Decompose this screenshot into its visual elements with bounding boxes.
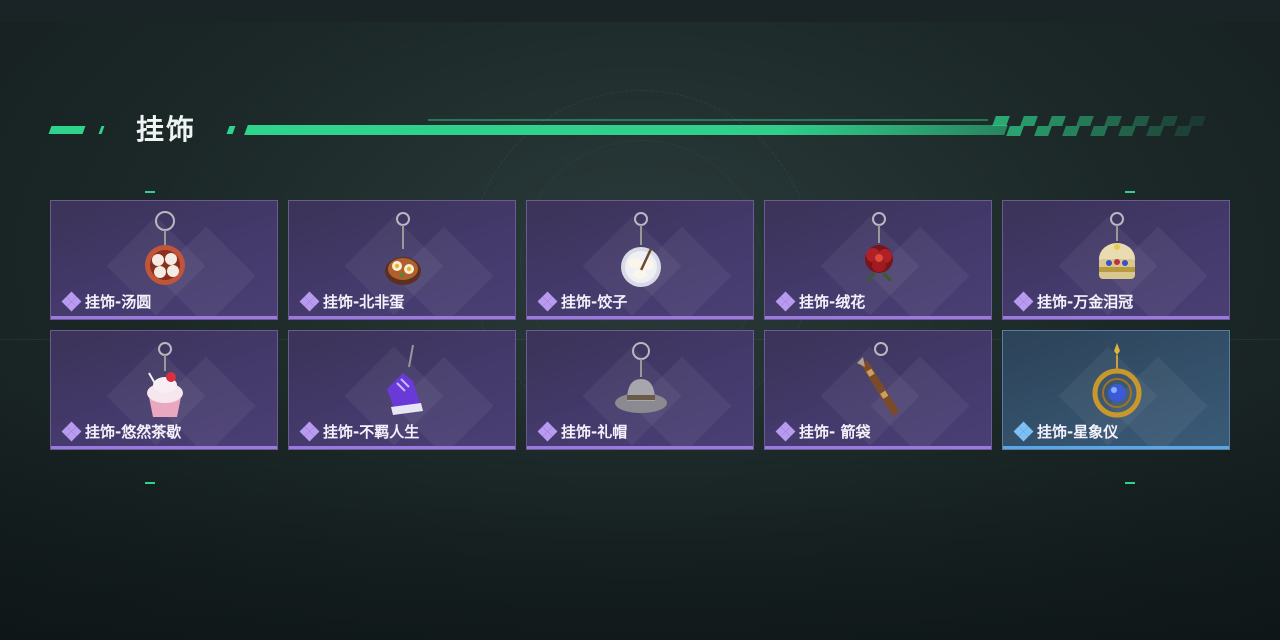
item-card-dumpling[interactable]: 挂饰-饺子 [526,200,754,320]
shakshuka-pan-icon [385,212,421,285]
rarity-diamond-icon [775,291,796,311]
item-card-fedora[interactable]: 挂饰-礼帽 [526,330,754,450]
jeweled-crown-icon [1099,212,1135,279]
item-grid: 挂饰-汤圆 挂饰-北非蛋 挂饰-饺子 挂饰-绒花 挂饰-万金泪冠 挂饰-悠然茶歇… [50,200,1230,450]
item-card-jeweled-crown[interactable]: 挂饰-万金泪冠 [1002,200,1230,320]
item-label: 挂饰-汤圆 [85,293,152,311]
item-card-velvet-flower[interactable]: 挂饰-绒花 [764,200,992,320]
header-checker-pattern [992,116,1206,136]
item-label: 挂饰-悠然茶歇 [85,423,182,441]
item-label: 挂饰-星象仪 [1037,423,1119,441]
rarity-diamond-icon [537,291,558,311]
corner-tick [145,482,155,484]
header-dash [98,126,105,134]
sneaker-icon [387,344,423,415]
rarity-diamond-icon [537,421,558,441]
rarity-diamond-icon [61,291,82,311]
item-card-tangyuan[interactable]: 挂饰-汤圆 [50,200,278,320]
velvet-flower-icon [865,212,893,283]
astrolabe-icon [1092,343,1142,418]
item-label: 挂饰-饺子 [561,293,628,311]
corner-tick [145,191,155,193]
tangyuan-bowl-icon [145,211,185,285]
rarity-diamond-icon [299,291,320,311]
header-dash [226,126,236,134]
cupcake-icon [147,342,183,417]
item-card-astrolabe[interactable]: 挂饰-星象仪 [1002,330,1230,450]
rarity-diamond-icon [1013,421,1034,441]
corner-tick [1125,191,1135,193]
item-card-shakshuka[interactable]: 挂饰-北非蛋 [288,200,516,320]
item-card-sneaker[interactable]: 挂饰-不羁人生 [288,330,516,450]
item-label: 挂饰-万金泪冠 [1037,293,1134,311]
header-dash [48,126,86,134]
item-label: 挂饰- 箭袋 [799,423,871,441]
item-label: 挂饰-绒花 [799,293,866,311]
section-header: 挂饰 [48,108,1208,148]
fedora-hat-icon [615,342,667,413]
item-label: 挂饰-礼帽 [561,423,628,441]
header-progress-bar [244,125,1008,135]
rarity-diamond-icon [61,421,82,441]
corner-tick [1125,482,1135,484]
quiver-icon [857,342,899,416]
item-card-cupcake[interactable]: 挂饰-悠然茶歇 [50,330,278,450]
rarity-diamond-icon [299,421,320,441]
item-card-quiver[interactable]: 挂饰- 箭袋 [764,330,992,450]
item-label: 挂饰-北非蛋 [323,293,405,311]
dumpling-plate-icon [621,212,661,287]
item-label: 挂饰-不羁人生 [323,423,420,441]
rarity-diamond-icon [775,421,796,441]
header-thin-line [428,119,988,121]
rarity-diamond-icon [1013,291,1034,311]
section-title: 挂饰 [136,113,197,146]
